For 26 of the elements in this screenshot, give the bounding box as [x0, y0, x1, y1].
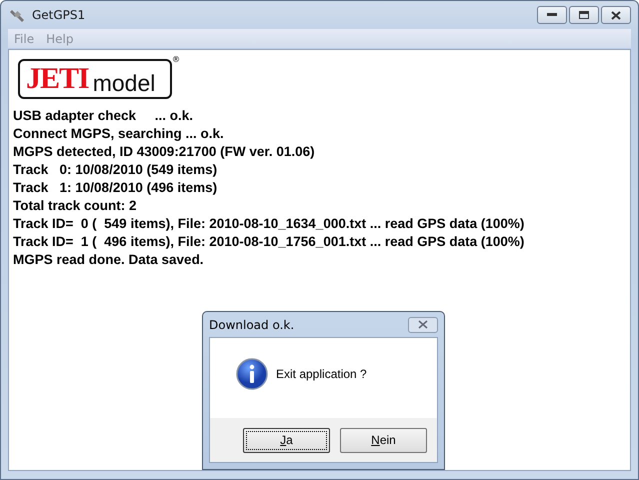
log-line: USB adapter check ... o.k.	[13, 107, 194, 125]
logo-brand: JETI	[26, 63, 89, 95]
dialog-message: Exit application ?	[276, 367, 367, 381]
info-icon	[236, 358, 268, 390]
minimize-icon	[547, 13, 557, 17]
maximize-icon	[579, 11, 589, 19]
log-line: Track 0: 10/08/2010 (549 items)	[13, 161, 218, 179]
log-line: MGPS read done. Data saved.	[13, 251, 205, 269]
satellite-icon	[10, 7, 26, 23]
minimize-button[interactable]	[537, 6, 567, 24]
dialog-title: Download o.k.	[209, 318, 294, 332]
log-line: Connect MGPS, searching ... o.k.	[13, 125, 225, 143]
logo-subtitle: model	[92, 71, 156, 95]
close-button[interactable]	[601, 6, 631, 24]
dialog-button[interactable]: Nein	[340, 428, 427, 452]
log-line: Track ID= 0 ( 549 items), File: 2010-08-10_1634_000.txt ... read GPS data (100%)	[13, 215, 526, 233]
registered-mark: ®	[172, 55, 180, 64]
close-icon	[611, 10, 621, 20]
dialog-button[interactable]: Ja	[243, 428, 330, 452]
log-line: MGPS detected, ID 43009:21700 (FW ver. 01.06)	[13, 143, 316, 161]
window-title: GetGPS1	[32, 8, 86, 22]
log-line: Track ID= 1 ( 496 items), File: 2010-08-10_1756_001.txt ... read GPS data (100%)	[13, 233, 526, 251]
log-line: Track 1: 10/08/2010 (496 items)	[13, 179, 218, 197]
log-line: Total track count: 2	[13, 197, 138, 215]
close-icon	[418, 320, 428, 329]
maximize-button[interactable]	[569, 6, 599, 24]
